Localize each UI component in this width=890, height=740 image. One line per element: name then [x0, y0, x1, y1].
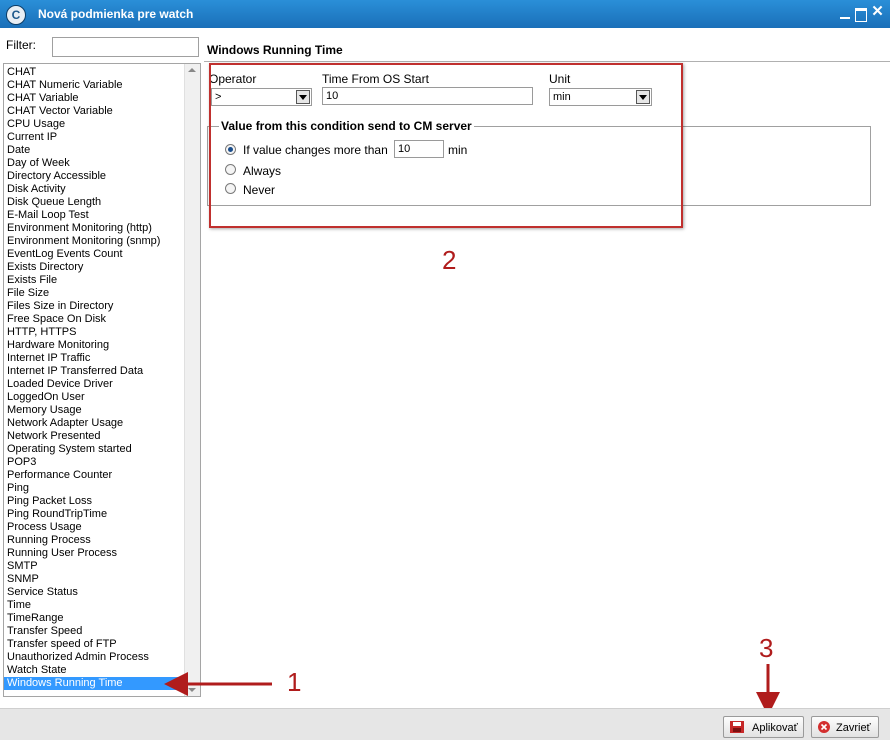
- apply-button[interactable]: Aplikovať: [723, 716, 804, 738]
- apply-label: Aplikovať: [752, 722, 798, 734]
- annotation-arrows: [164, 664, 780, 716]
- close-label: Zavrieť: [836, 722, 871, 734]
- close-button[interactable]: Zavrieť: [811, 716, 879, 738]
- cancel-icon: [818, 721, 830, 733]
- save-icon: [730, 721, 744, 733]
